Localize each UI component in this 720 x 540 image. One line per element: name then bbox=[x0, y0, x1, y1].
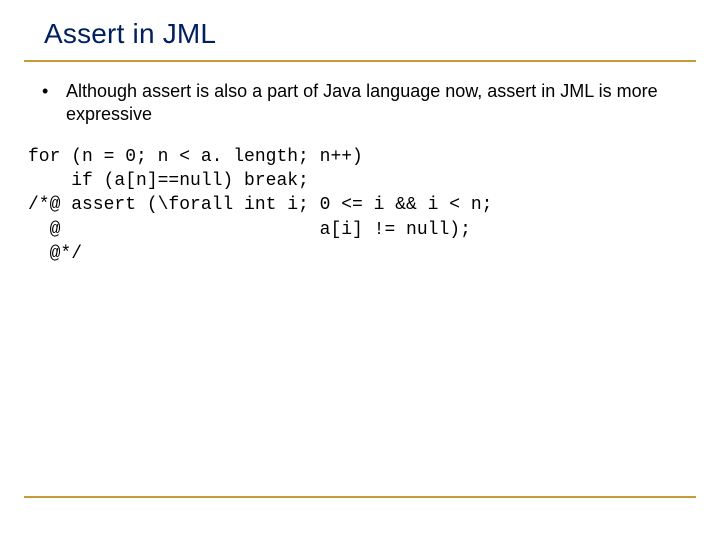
bullet-list: Although assert is also a part of Java l… bbox=[36, 80, 684, 127]
body: Although assert is also a part of Java l… bbox=[0, 62, 720, 266]
code-line: @ a[i] != null); bbox=[28, 220, 471, 240]
bullet-item: Although assert is also a part of Java l… bbox=[60, 80, 684, 127]
code-block: for (n = 0; n < a. length; n++) if (a[n]… bbox=[28, 145, 684, 266]
code-line: if (a[n]==null) break; bbox=[28, 171, 309, 191]
code-line: @*/ bbox=[28, 244, 82, 264]
code-line: for (n = 0; n < a. length; n++) bbox=[28, 147, 363, 167]
title-block: Assert in JML bbox=[0, 0, 720, 50]
slide-title: Assert in JML bbox=[44, 18, 720, 50]
divider-bottom bbox=[24, 496, 696, 498]
code-line: /*@ assert (\forall int i; 0 <= i && i <… bbox=[28, 195, 492, 215]
slide: Assert in JML Although assert is also a … bbox=[0, 0, 720, 540]
